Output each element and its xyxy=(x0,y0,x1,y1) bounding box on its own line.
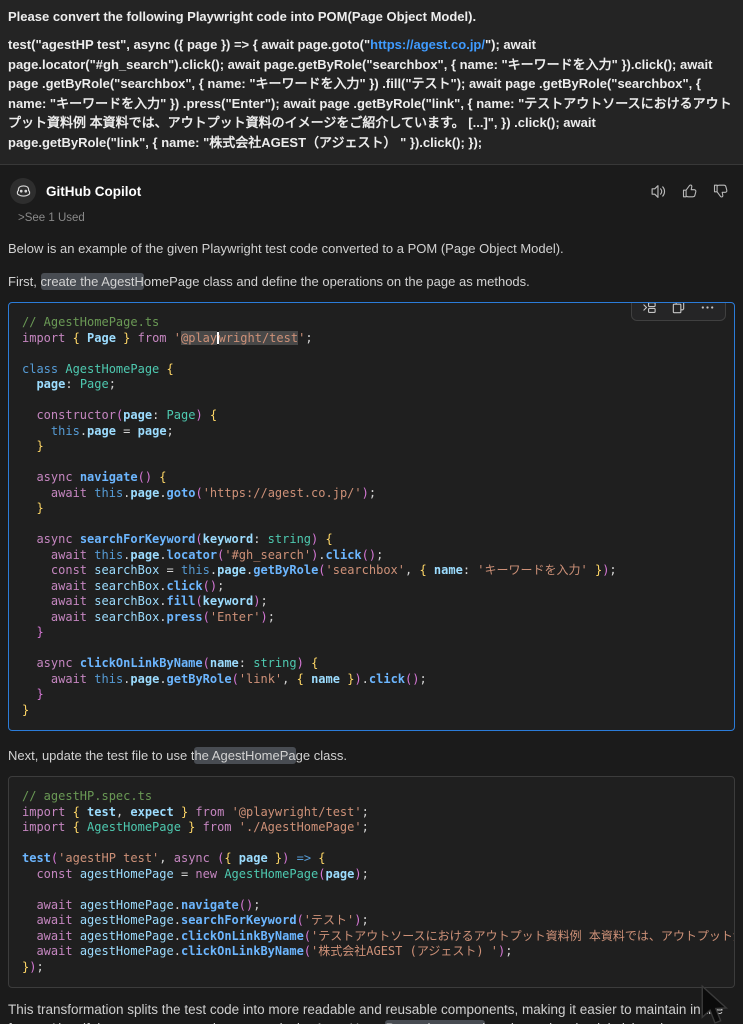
code-content-spec[interactable]: // agestHP.spec.ts import { test, expect … xyxy=(22,789,734,975)
code-line: await this.page.locator('#gh_search').cl… xyxy=(50,547,384,562)
copy-button[interactable] xyxy=(671,303,686,318)
code-line: test('agestHP test', async ({ page }) =>… xyxy=(22,851,326,865)
code-line: async clickOnLinkByName(name: string) { xyxy=(36,656,319,670)
thumbs-up-button[interactable] xyxy=(682,183,698,199)
mouse-cursor-icon xyxy=(698,984,732,1024)
response-paragraph-3: Next, update the test file to use the Ag… xyxy=(8,747,347,764)
response-paragraph-2: First, create the AgestHomePage class an… xyxy=(8,273,530,290)
response-footer: This transformation splits the test code… xyxy=(8,1000,735,1024)
more-actions-icon xyxy=(700,303,715,318)
more-actions-button[interactable] xyxy=(700,303,715,318)
text-highlight: create the AgestH xyxy=(40,273,144,290)
code-line: } xyxy=(36,439,44,453)
text-highlight: he AgestHomePa xyxy=(194,747,296,764)
code-line: } xyxy=(36,625,44,639)
copy-icon xyxy=(671,303,686,318)
code-line: await this.page.goto('https://agest.co.j… xyxy=(50,485,377,500)
user-message: Please convert the following Playwright … xyxy=(0,0,743,165)
insert-at-cursor-icon xyxy=(642,303,657,318)
thumbs-down-button[interactable] xyxy=(713,183,729,199)
read-aloud-button[interactable] xyxy=(650,183,667,200)
code-line: await agestHomePage.navigate(); xyxy=(36,897,261,912)
code-line: class AgestHomePage { xyxy=(22,361,174,376)
code-content-agesthomepage[interactable]: // AgestHomePage.ts import { Page } from … xyxy=(22,315,721,718)
response-paragraph-1: Below is an example of the given Playwri… xyxy=(8,241,564,256)
code-line: await this.page.getByRole('link', { name… xyxy=(50,671,427,686)
thumbs-down-icon xyxy=(713,184,729,202)
assistant-name: GitHub Copilot xyxy=(46,183,142,199)
code-line: async searchForKeyword(keyword: string) … xyxy=(36,532,333,546)
code-line: await searchBox.fill(keyword); xyxy=(50,594,268,608)
code-line: import { Page } from '@play wright/test'; xyxy=(22,330,313,345)
code-line: import { test, expect } from '@playwrigh… xyxy=(22,804,369,819)
code-line: // agestHP.spec.ts xyxy=(22,789,153,803)
code-line: await searchBox.press('Enter'); xyxy=(50,609,275,624)
speaker-icon xyxy=(650,184,667,203)
code-line: await agestHomePage.clickOnLinkByName('株… xyxy=(36,944,513,958)
code-line: import { AgestHomePage } from './AgestHo… xyxy=(22,820,369,834)
code-line: page: Page; xyxy=(36,377,116,391)
response-actions xyxy=(650,183,733,200)
code-block-spec: // agestHP.spec.ts import { test, expect … xyxy=(8,776,735,988)
code-line: constructor(page: Page) { xyxy=(36,408,218,422)
code-line: this.page = page; xyxy=(50,423,174,438)
code-line: }); xyxy=(22,959,44,974)
code-block-toolbar xyxy=(631,303,726,321)
thumbs-up-icon xyxy=(682,184,698,202)
code-line: } xyxy=(36,501,44,515)
user-message-intro: Please convert the following Playwright … xyxy=(8,9,477,24)
code-line: await searchBox.click(); xyxy=(50,578,225,593)
references-toggle[interactable]: >See 1 Used xyxy=(18,212,735,224)
insert-at-cursor-button[interactable] xyxy=(642,303,657,318)
code-line: } xyxy=(22,702,30,717)
code-line: const searchBox = this.page.getByRole('s… xyxy=(50,563,617,577)
user-message-code: test("agestHP test", async ({ page }) =>… xyxy=(8,37,732,150)
copilot-chat-panel: Please convert the following Playwright … xyxy=(0,0,743,1024)
text-highlight: Page class need xyxy=(385,1020,486,1024)
code-block-agesthomepage: // AgestHomePage.ts import { Page } from … xyxy=(8,302,735,731)
code-line: // AgestHomePage.ts xyxy=(22,315,160,329)
copilot-response: GitHub Copilot >See 1 Used Below is an e… xyxy=(0,165,743,1024)
code-line: async navigate() { xyxy=(36,470,167,484)
code-line: await agestHomePage.clickOnLinkByName('テ… xyxy=(36,928,734,943)
code-line: } xyxy=(36,687,44,701)
copilot-header: GitHub Copilot xyxy=(8,165,735,206)
code-line: const agestHomePage = new AgestHomePage(… xyxy=(36,866,369,881)
copilot-avatar-icon xyxy=(10,178,36,204)
code-line: await agestHomePage.searchForKeyword('テス… xyxy=(36,913,369,927)
agest-url-link[interactable]: https://agest.co.jp/ xyxy=(370,37,485,52)
